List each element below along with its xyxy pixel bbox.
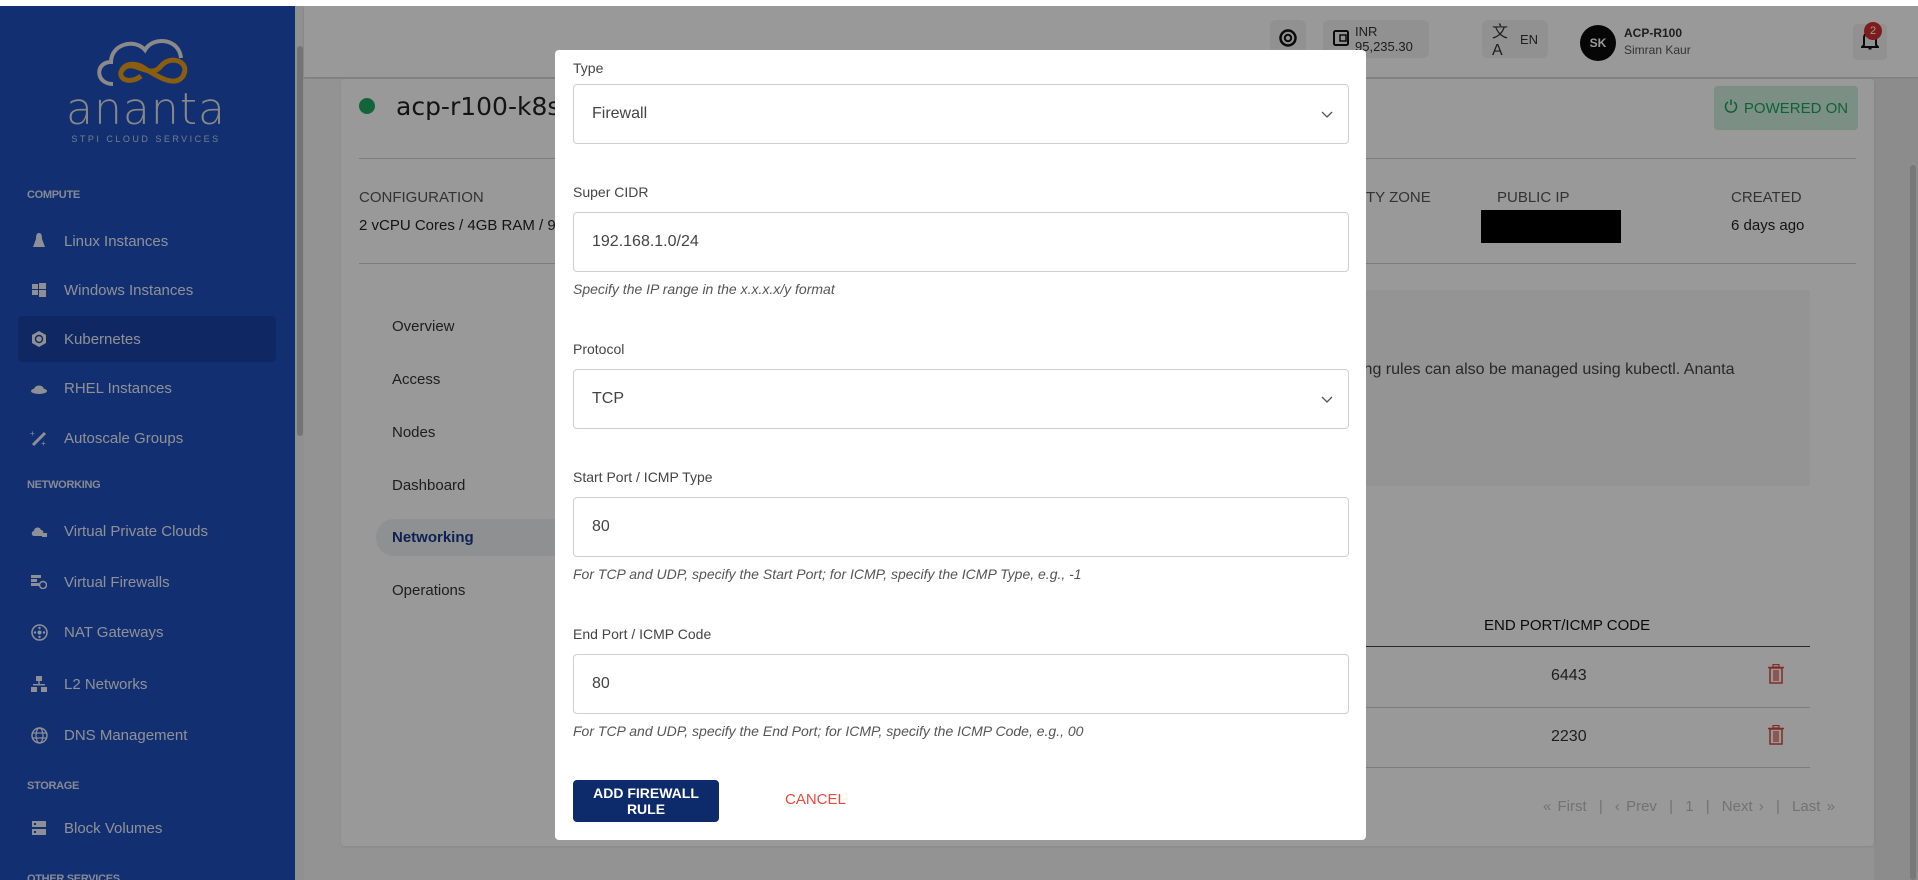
type-label: Type bbox=[573, 60, 604, 76]
end-port-field[interactable] bbox=[573, 654, 1349, 714]
chevron-down-icon bbox=[1320, 107, 1334, 121]
super-cidr-label: Super CIDR bbox=[573, 184, 649, 200]
start-port-label: Start Port / ICMP Type bbox=[573, 469, 713, 485]
protocol-select-value: TCP bbox=[592, 390, 624, 407]
add-firewall-rule-button[interactable]: ADD FIREWALL RULE bbox=[573, 780, 719, 822]
end-port-hint: For TCP and UDP, specify the End Port; f… bbox=[573, 723, 1084, 739]
start-port-hint: For TCP and UDP, specify the Start Port;… bbox=[573, 566, 1082, 582]
protocol-label: Protocol bbox=[573, 341, 625, 357]
super-cidr-field[interactable] bbox=[573, 212, 1349, 272]
super-cidr-input[interactable] bbox=[592, 233, 1273, 251]
protocol-select[interactable]: TCP bbox=[573, 369, 1349, 429]
type-select[interactable]: Firewall bbox=[573, 84, 1349, 144]
chevron-down-icon bbox=[1320, 392, 1334, 406]
add-firewall-rule-modal: Type Firewall Super CIDR Specify the IP … bbox=[555, 50, 1366, 840]
type-select-value: Firewall bbox=[592, 105, 648, 122]
start-port-field[interactable] bbox=[573, 497, 1349, 557]
start-port-input[interactable] bbox=[592, 518, 1273, 536]
super-cidr-hint: Specify the IP range in the x.x.x.x/y fo… bbox=[573, 281, 835, 297]
cancel-button[interactable]: CANCEL bbox=[785, 791, 846, 808]
end-port-label: End Port / ICMP Code bbox=[573, 626, 712, 642]
end-port-input[interactable] bbox=[592, 675, 1273, 693]
